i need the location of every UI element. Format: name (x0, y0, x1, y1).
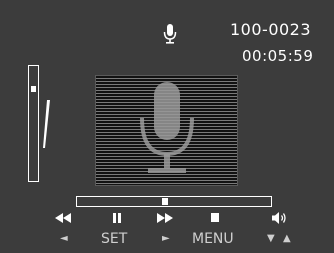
set-button[interactable]: SET (101, 231, 127, 247)
playback-progress-bar[interactable] (76, 196, 272, 207)
volume-meter[interactable] (28, 65, 39, 182)
right-arrow-button[interactable]: ► (162, 233, 170, 245)
menu-button[interactable]: MENU (192, 231, 234, 247)
pause-icon[interactable] (113, 213, 121, 223)
progress-knob[interactable] (162, 198, 168, 205)
left-arrow-button[interactable]: ◄ (60, 233, 68, 245)
file-number: 100-0023 (230, 20, 312, 39)
speaker-icon[interactable] (272, 212, 288, 224)
up-arrow-button[interactable]: ▲ (283, 233, 291, 245)
elapsed-time: 00:05:59 (242, 47, 314, 65)
microphone-icon (163, 24, 177, 44)
playback-screen: 100-0023 00:05:59 ◄ SET ► MENU ▼ ▲ (0, 0, 334, 253)
fast-forward-icon[interactable] (157, 213, 173, 223)
stop-icon[interactable] (211, 213, 219, 222)
rewind-icon[interactable] (55, 213, 71, 223)
volume-level-wedge (43, 100, 50, 148)
volume-knob[interactable] (31, 86, 36, 92)
audio-display (95, 75, 238, 186)
large-microphone-icon (140, 82, 194, 173)
down-arrow-button[interactable]: ▼ (267, 233, 275, 245)
